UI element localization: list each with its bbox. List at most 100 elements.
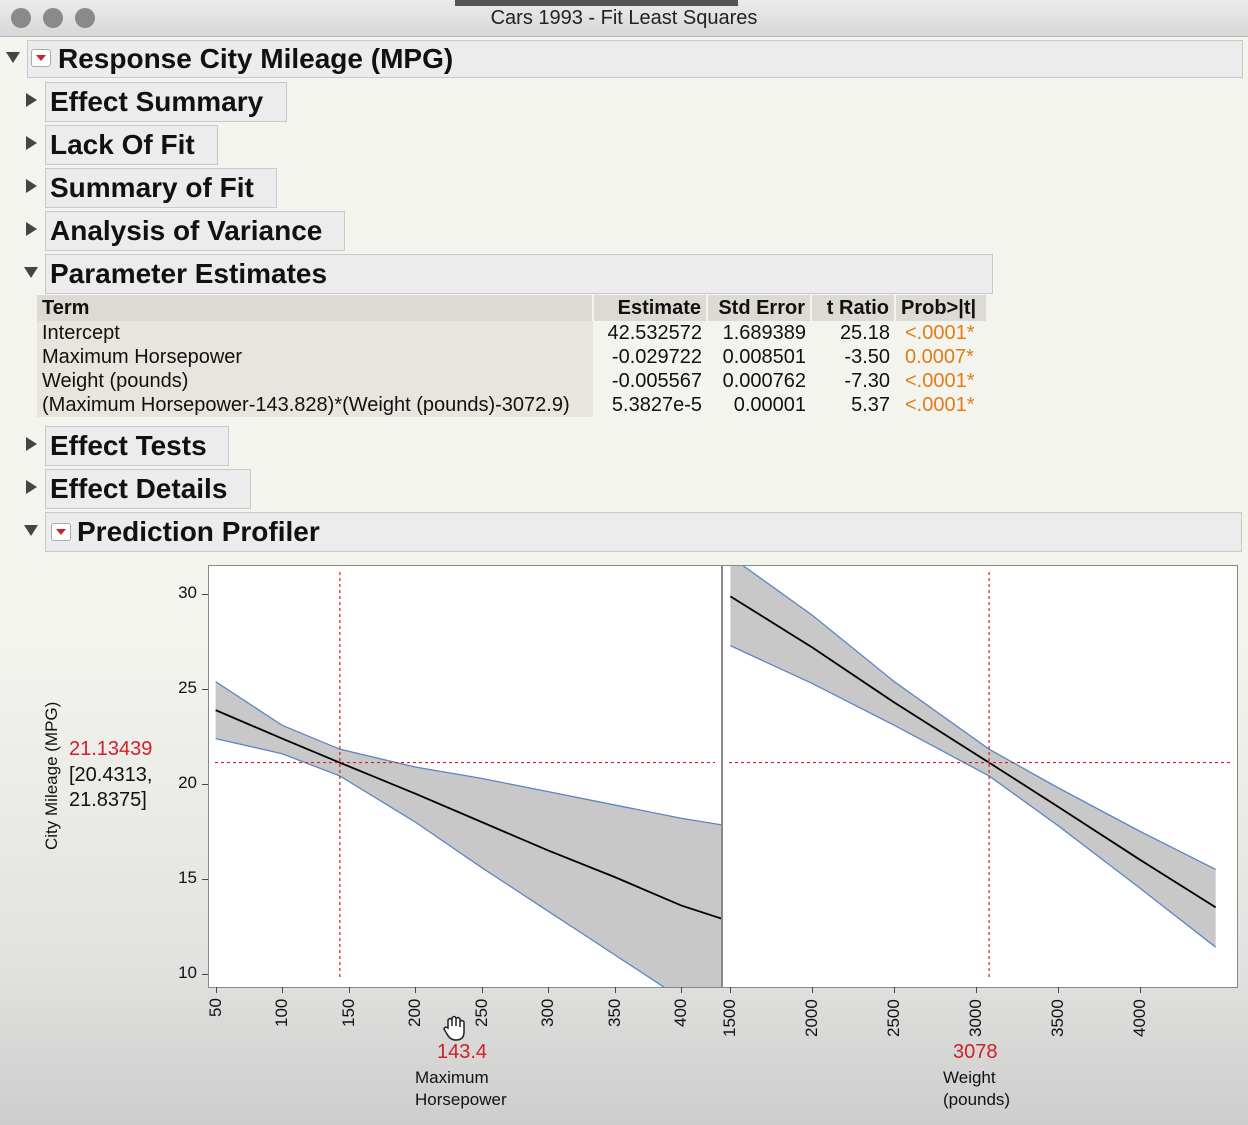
term-cell: Maximum Horsepower bbox=[37, 345, 593, 369]
y-tick-label: 15 bbox=[178, 867, 197, 887]
collapse-parameter-estimates-icon[interactable] bbox=[24, 267, 38, 278]
x-tick-mark bbox=[730, 987, 732, 993]
prob-cell: <.0001* bbox=[905, 369, 975, 392]
t-ratio-cell: 5.37 bbox=[851, 393, 890, 416]
y-tick-label: 10 bbox=[178, 962, 197, 982]
estimate-cell: -0.005567 bbox=[611, 369, 702, 392]
t-ratio-cell: -3.50 bbox=[844, 345, 890, 368]
x-tick-mark bbox=[1140, 987, 1142, 993]
horsepower-current-value[interactable]: 143.4 bbox=[437, 1041, 487, 1064]
x-tick-mark bbox=[282, 987, 284, 993]
expand-effect-summary-icon[interactable] bbox=[26, 93, 37, 107]
table-row: Intercept 42.532572 1.689389 25.18 <.000… bbox=[37, 321, 987, 345]
table-row: Maximum Horsepower -0.029722 0.008501 -3… bbox=[37, 345, 987, 369]
x-tick-label: 2000 bbox=[802, 999, 822, 1037]
column-header-term[interactable]: Term bbox=[37, 295, 594, 321]
x-tick-mark bbox=[812, 987, 814, 993]
table-row: (Maximum Horsepower-143.828)*(Weight (po… bbox=[37, 393, 987, 417]
term-cell: (Maximum Horsepower-143.828)*(Weight (po… bbox=[37, 393, 593, 417]
section-effect-details[interactable]: Effect Details bbox=[45, 469, 251, 509]
x-tick-mark bbox=[894, 987, 896, 993]
lower-confidence-line bbox=[730, 645, 1217, 948]
term-cell: Weight (pounds) bbox=[37, 369, 593, 393]
t-ratio-cell: -7.30 bbox=[844, 369, 890, 392]
x-tick-label: 1500 bbox=[720, 999, 740, 1037]
section-parameter-estimates-label: Parameter Estimates bbox=[50, 258, 328, 289]
section-effect-summary-label: Effect Summary bbox=[50, 86, 264, 117]
x-tick-label: 350 bbox=[604, 998, 624, 1027]
table-row: Weight (pounds) -0.005567 0.000762 -7.30… bbox=[37, 369, 987, 393]
section-analysis-of-variance[interactable]: Analysis of Variance bbox=[45, 211, 345, 251]
section-lack-of-fit[interactable]: Lack Of Fit bbox=[45, 125, 218, 165]
y-tick-label: 25 bbox=[178, 678, 197, 698]
x-tick-mark bbox=[681, 987, 683, 993]
expand-effect-details-icon[interactable] bbox=[26, 480, 37, 494]
profiler-plot-weight bbox=[729, 555, 1231, 979]
predicted-value: 21.13439 bbox=[69, 738, 153, 760]
x-tick-label: 3000 bbox=[966, 999, 986, 1037]
std-error-cell: 1.689389 bbox=[722, 321, 806, 344]
profiler-red-triangle-menu-icon[interactable] bbox=[51, 523, 71, 541]
column-header-estimate[interactable]: Estimate bbox=[593, 295, 708, 321]
section-parameter-estimates[interactable]: Parameter Estimates bbox=[45, 254, 993, 294]
section-effect-tests-label: Effect Tests bbox=[50, 430, 207, 461]
t-ratio-cell: 25.18 bbox=[839, 321, 890, 344]
parameter-estimates-table: Term Estimate Std Error t Ratio Prob>|t|… bbox=[37, 295, 988, 417]
x-tick-mark bbox=[614, 987, 616, 993]
x-tick-label: 50 bbox=[205, 998, 225, 1017]
column-header-std-error[interactable]: Std Error bbox=[707, 295, 812, 321]
section-effect-tests[interactable]: Effect Tests bbox=[45, 426, 229, 466]
table-header-row: Term Estimate Std Error t Ratio Prob>|t| bbox=[37, 295, 988, 321]
title-bar-accent bbox=[455, 0, 738, 6]
profiler-y-axis-label: City Mileage (MPG) bbox=[42, 701, 61, 850]
x-tick-label: 100 bbox=[272, 998, 292, 1027]
x-tick-mark bbox=[548, 987, 550, 993]
x-tick-label: 4000 bbox=[1130, 999, 1150, 1037]
profiler-panel-weight[interactable] bbox=[722, 555, 1238, 988]
section-effect-details-label: Effect Details bbox=[50, 473, 228, 504]
weight-axis-label-line1: Weight bbox=[943, 1068, 996, 1087]
prob-cell: <.0001* bbox=[905, 393, 975, 416]
section-summary-of-fit[interactable]: Summary of Fit bbox=[45, 168, 277, 208]
profiler-plot-horsepower bbox=[215, 572, 728, 1020]
profiler-panel-horsepower[interactable] bbox=[208, 565, 728, 1020]
x-tick-mark bbox=[976, 987, 978, 993]
window-title: Cars 1993 - Fit Least Squares bbox=[490, 7, 758, 29]
y-tick-label: 30 bbox=[178, 583, 197, 603]
expand-effect-tests-icon[interactable] bbox=[26, 437, 37, 451]
collapse-prediction-profiler-icon[interactable] bbox=[24, 525, 38, 536]
response-header: Response City Mileage (MPG) bbox=[27, 40, 1243, 78]
x-tick-mark bbox=[348, 987, 350, 993]
term-cell: Intercept bbox=[37, 321, 593, 345]
x-tick-label: 200 bbox=[405, 998, 425, 1027]
x-tick-label: 150 bbox=[338, 998, 358, 1027]
x-tick-mark bbox=[415, 987, 417, 993]
section-effect-summary[interactable]: Effect Summary bbox=[45, 82, 287, 122]
weight-current-value[interactable]: 3078 bbox=[953, 1041, 998, 1064]
weight-axis-label-line2: (pounds) bbox=[943, 1090, 1011, 1109]
x-tick-mark bbox=[1058, 987, 1060, 993]
expand-analysis-of-variance-icon[interactable] bbox=[26, 222, 37, 236]
title-bar: Cars 1993 - Fit Least Squares bbox=[0, 0, 1248, 37]
column-header-prob[interactable]: Prob>|t| bbox=[895, 295, 988, 321]
std-error-cell: 0.008501 bbox=[722, 345, 806, 368]
expand-summary-of-fit-icon[interactable] bbox=[26, 179, 37, 193]
horsepower-axis-label-line2: Horsepower bbox=[415, 1090, 507, 1109]
std-error-cell: 0.00001 bbox=[733, 393, 806, 416]
expand-lack-of-fit-icon[interactable] bbox=[26, 136, 37, 150]
column-header-t-ratio[interactable]: t Ratio bbox=[811, 295, 896, 321]
x-tick-label: 300 bbox=[538, 998, 558, 1027]
response-red-triangle-menu-icon[interactable] bbox=[31, 49, 51, 67]
section-prediction-profiler[interactable]: Prediction Profiler bbox=[45, 512, 1242, 552]
section-summary-of-fit-label: Summary of Fit bbox=[50, 172, 254, 203]
confidence-interval-upper: 21.8375] bbox=[69, 789, 147, 811]
x-tick-label: 2500 bbox=[884, 999, 904, 1037]
collapse-response-icon[interactable] bbox=[6, 52, 20, 63]
hand-cursor-icon bbox=[443, 1015, 465, 1041]
std-error-cell: 0.000762 bbox=[722, 369, 806, 392]
response-title: Response City Mileage (MPG) bbox=[58, 43, 454, 74]
prob-cell: 0.0007* bbox=[905, 345, 974, 368]
section-prediction-profiler-label: Prediction Profiler bbox=[77, 516, 320, 547]
section-analysis-of-variance-label: Analysis of Variance bbox=[50, 215, 323, 246]
y-tick-label: 20 bbox=[178, 773, 197, 793]
